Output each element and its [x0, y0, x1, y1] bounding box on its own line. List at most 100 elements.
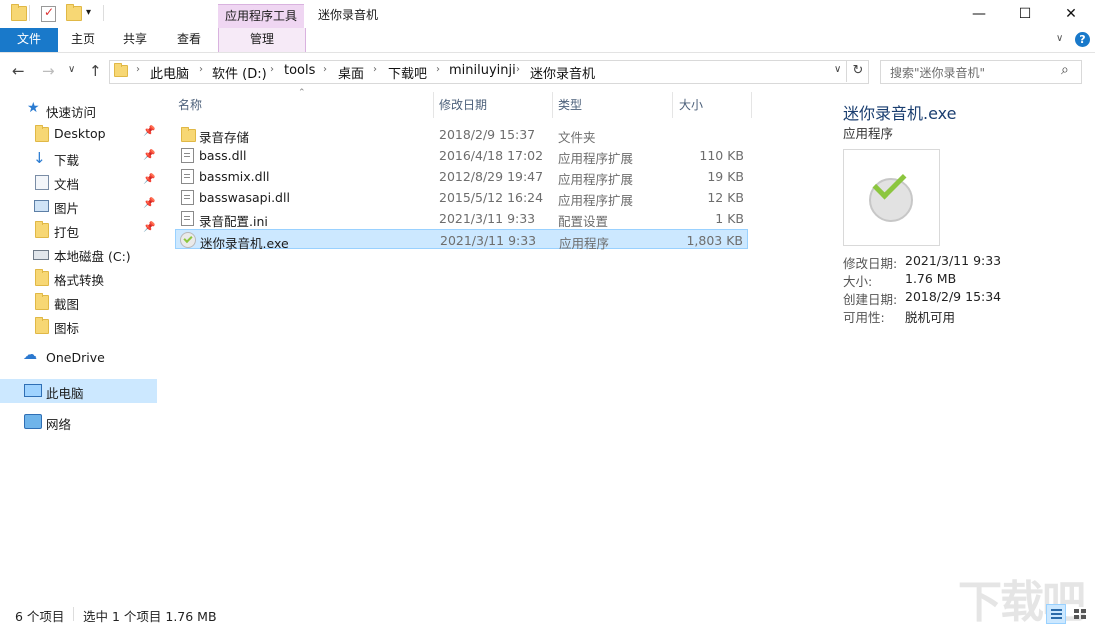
divider: [73, 607, 74, 621]
customize-toolbar-icon[interactable]: ▾: [86, 7, 91, 18]
breadcrumb-this-pc[interactable]: 此电脑: [150, 63, 189, 82]
breadcrumb-drive-d[interactable]: 软件 (D:): [212, 63, 267, 82]
star-icon: ★: [27, 100, 40, 116]
details-view-icon[interactable]: [1046, 604, 1066, 624]
pin-icon[interactable]: 📌: [143, 174, 155, 185]
breadcrumb-separator-icon[interactable]: ›: [373, 64, 377, 75]
dll-file-icon: [181, 190, 194, 205]
file-row-selected[interactable]: 迷你录音机.exe 2021/3/11 9:33 应用程序 1,803 KB: [175, 229, 748, 249]
file-row[interactable]: bassmix.dll 2012/8/29 19:47 应用程序扩展 19 KB: [175, 166, 748, 186]
file-preview: [843, 149, 940, 246]
sidebar-item-screenshots[interactable]: 截图: [0, 290, 157, 314]
sidebar-label: 图标: [54, 318, 79, 337]
sidebar-label: 快速访问: [46, 102, 96, 121]
file-name: 迷你录音机.exe: [200, 233, 289, 252]
column-divider[interactable]: [552, 92, 553, 118]
minimize-button[interactable]: —: [956, 0, 1002, 28]
document-icon: [35, 175, 49, 190]
column-header-date[interactable]: 修改日期: [439, 96, 547, 118]
context-tab-group-header: 应用程序工具: [218, 4, 304, 29]
column-header-size[interactable]: 大小: [679, 96, 747, 118]
breadcrumb-separator-icon[interactable]: ›: [323, 64, 327, 75]
pin-icon[interactable]: 📌: [143, 198, 155, 209]
refresh-icon[interactable]: ↻: [846, 60, 869, 82]
recent-locations-icon[interactable]: ∨: [68, 64, 75, 75]
file-row[interactable]: 录音配置.ini 2021/3/11 9:33 配置设置 1 KB: [175, 208, 748, 228]
up-arrow-icon[interactable]: ↑: [89, 62, 102, 80]
sidebar-item-dabao[interactable]: 打包 📌: [0, 218, 157, 242]
column-header-name[interactable]: 名称: [178, 96, 430, 118]
download-arrow-icon: ↓: [33, 149, 46, 162]
column-divider[interactable]: [751, 92, 752, 118]
column-divider[interactable]: [672, 92, 673, 118]
sidebar-label: 网络: [46, 414, 71, 433]
tab-manage[interactable]: 管理: [218, 28, 306, 52]
expand-ribbon-icon[interactable]: ∨: [1056, 33, 1063, 44]
sidebar-item-format-conversion[interactable]: 格式转换: [0, 266, 157, 290]
sidebar-label: Desktop: [54, 126, 106, 141]
properties-icon[interactable]: ✓: [41, 6, 56, 22]
tab-share[interactable]: 共享: [114, 28, 156, 52]
sidebar-item-quick-access[interactable]: ★ 快速访问: [0, 98, 157, 122]
column-header-type[interactable]: 类型: [558, 96, 668, 118]
folder-icon[interactable]: [11, 6, 27, 21]
sidebar-label: 此电脑: [46, 383, 84, 402]
network-icon: [24, 414, 42, 429]
file-name: bass.dll: [199, 148, 246, 163]
sidebar-label: 格式转换: [54, 270, 104, 289]
tab-file[interactable]: 文件: [0, 28, 58, 52]
pin-icon[interactable]: 📌: [143, 150, 155, 161]
breadcrumb-separator-icon[interactable]: ›: [199, 64, 203, 75]
breadcrumb-separator-icon[interactable]: ›: [436, 64, 440, 75]
sidebar-item-onedrive[interactable]: ☁ OneDrive: [0, 346, 157, 370]
file-date: 2018/2/9 15:37: [439, 127, 535, 142]
breadcrumb-current-folder[interactable]: 迷你录音机: [530, 63, 595, 82]
address-history-dropdown-icon[interactable]: ∨: [834, 64, 841, 75]
breadcrumb-xiazaiba[interactable]: 下载吧: [388, 63, 427, 82]
detail-label-availability: 可用性:: [843, 307, 885, 326]
detail-value-size: 1.76 MB: [905, 271, 956, 286]
breadcrumb-desktop[interactable]: 桌面: [338, 63, 364, 82]
sidebar-item-downloads[interactable]: ↓ 下载 📌: [0, 146, 157, 170]
sidebar-item-documents[interactable]: 文档 📌: [0, 170, 157, 194]
sidebar-label: 截图: [54, 294, 79, 313]
sidebar-item-pictures[interactable]: 图片 📌: [0, 194, 157, 218]
breadcrumb-separator-icon[interactable]: ›: [270, 64, 274, 75]
sidebar-item-this-pc[interactable]: 此电脑: [0, 379, 157, 403]
file-name: basswasapi.dll: [199, 190, 290, 205]
pin-icon[interactable]: 📌: [143, 222, 155, 233]
sidebar-label: 打包: [54, 222, 79, 241]
file-row[interactable]: 录音存储 2018/2/9 15:37 文件夹: [175, 124, 748, 144]
file-type: 应用程序: [559, 233, 609, 252]
search-icon[interactable]: ⌕: [1061, 62, 1069, 78]
file-row[interactable]: bass.dll 2016/4/18 17:02 应用程序扩展 110 KB: [175, 145, 748, 165]
tab-view[interactable]: 查看: [166, 28, 212, 52]
breadcrumb-tools[interactable]: tools: [284, 63, 315, 78]
close-button[interactable]: ✕: [1048, 0, 1094, 28]
tab-home[interactable]: 主页: [62, 28, 104, 52]
back-arrow-icon[interactable]: ←: [12, 62, 25, 80]
new-folder-icon[interactable]: [66, 6, 82, 21]
forward-arrow-icon[interactable]: →: [42, 62, 55, 80]
large-icons-view-icon[interactable]: [1070, 604, 1090, 624]
sidebar-item-icons[interactable]: 图标: [0, 314, 157, 338]
folder-icon: [35, 127, 49, 142]
computer-icon: [24, 384, 42, 397]
breadcrumb-separator-icon[interactable]: ›: [136, 64, 140, 75]
breadcrumb-miniluyinji[interactable]: miniluyinji: [449, 63, 516, 78]
detail-label-size: 大小:: [843, 271, 872, 290]
sidebar-item-local-disk-c[interactable]: 本地磁盘 (C:): [0, 242, 157, 266]
help-icon[interactable]: ?: [1075, 32, 1090, 47]
column-divider[interactable]: [433, 92, 434, 118]
folder-icon: [181, 129, 196, 142]
pin-icon[interactable]: 📌: [143, 126, 155, 137]
sidebar-label: 文档: [54, 174, 79, 193]
sidebar-item-network[interactable]: 网络: [0, 410, 157, 434]
file-row[interactable]: basswasapi.dll 2015/5/12 16:24 应用程序扩展 12…: [175, 187, 748, 207]
sidebar-label: OneDrive: [46, 350, 105, 365]
maximize-button[interactable]: ☐: [1002, 0, 1048, 28]
file-size: 1,803 KB: [686, 233, 743, 248]
folder-icon: [114, 65, 128, 77]
sidebar-item-desktop[interactable]: Desktop 📌: [0, 122, 157, 146]
breadcrumb-separator-icon[interactable]: ›: [516, 64, 520, 75]
